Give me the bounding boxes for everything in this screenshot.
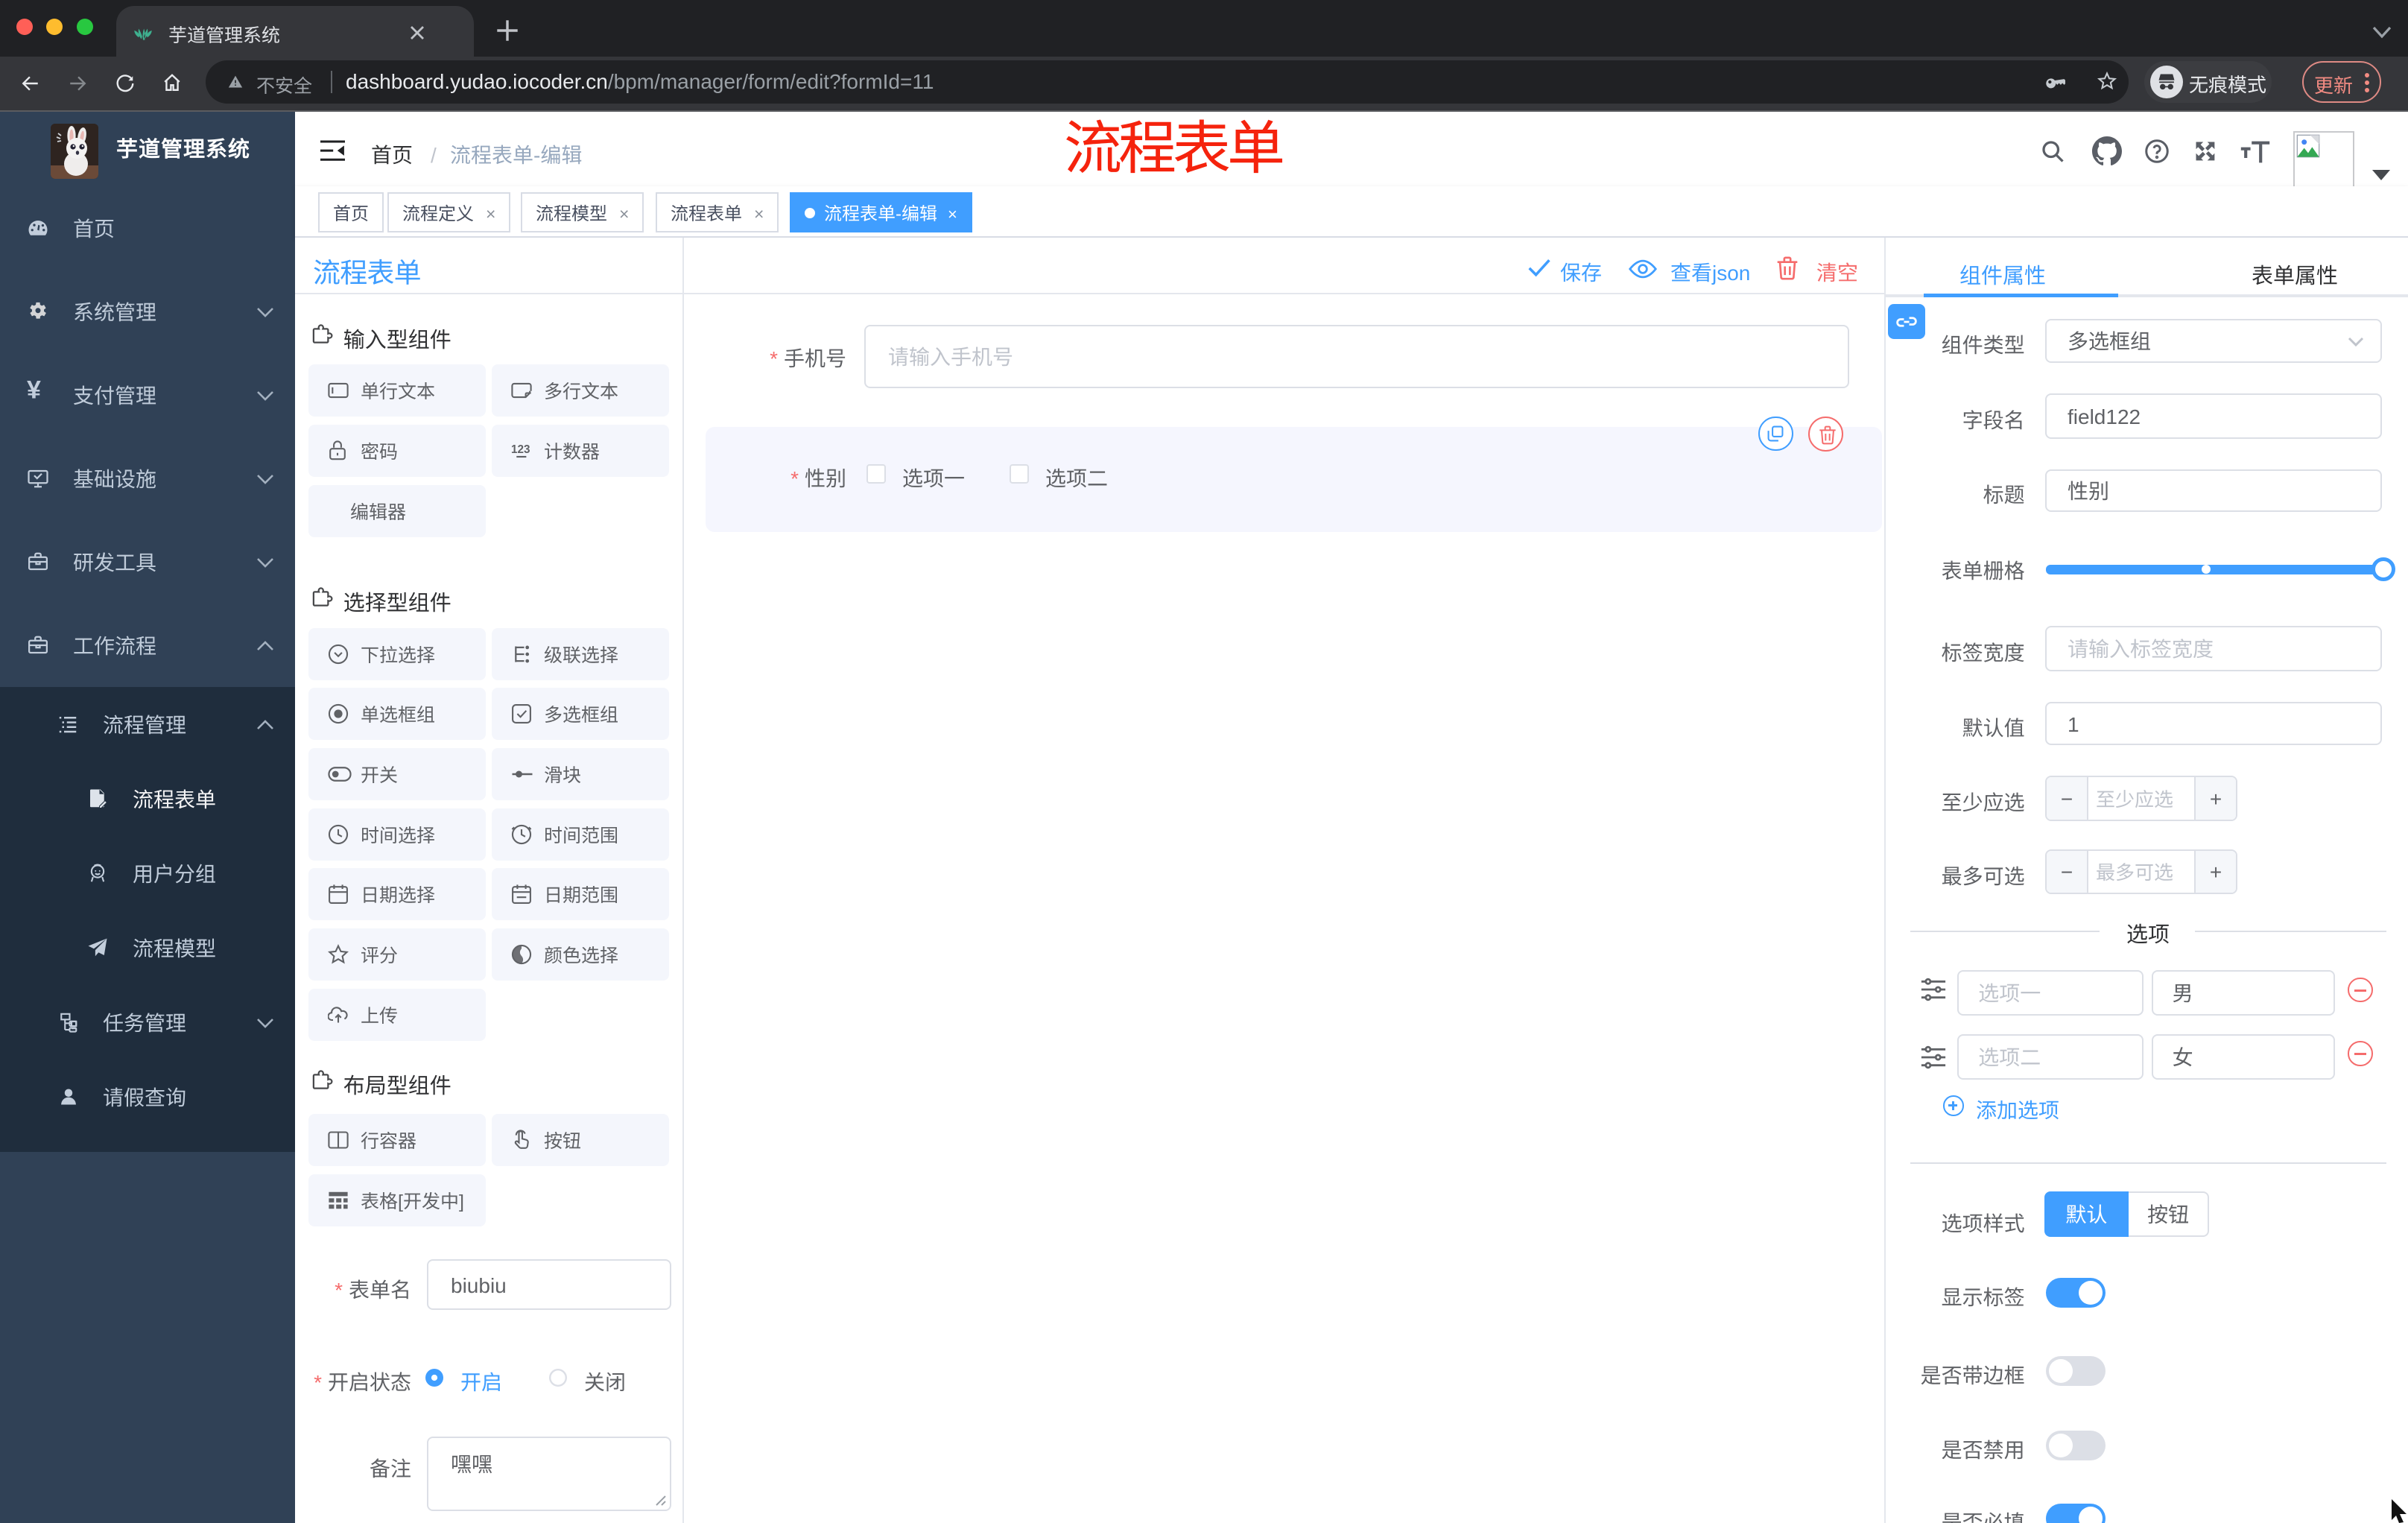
svg-text:123: 123 xyxy=(511,443,530,456)
